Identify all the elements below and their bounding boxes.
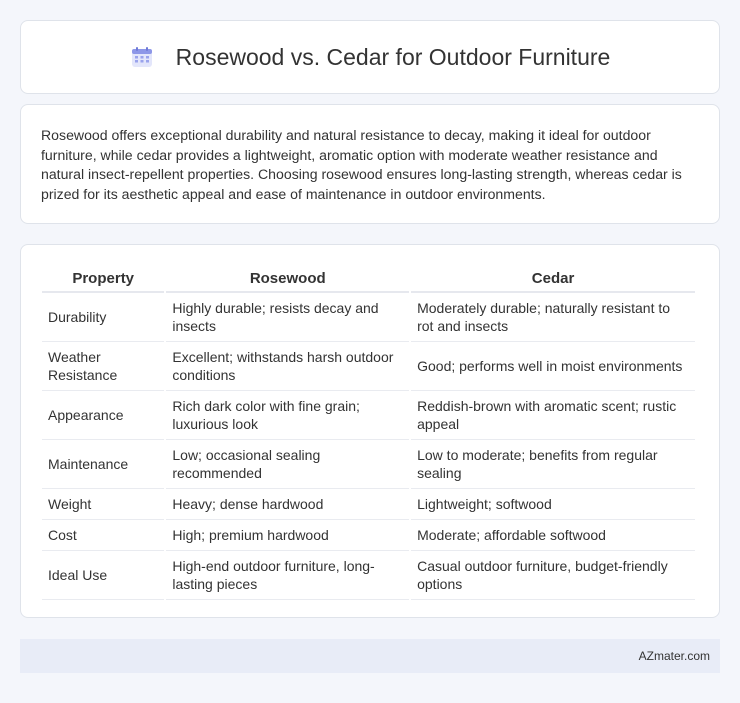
comparison-card: Property Rosewood Cedar Durability Highl… (20, 244, 720, 618)
header-card: Rosewood vs. Cedar for Outdoor Furniture (20, 20, 720, 94)
intro-card: Rosewood offers exceptional durability a… (20, 104, 720, 224)
property-cell: Durability (42, 293, 165, 342)
cedar-cell: Good; performs well in moist environment… (411, 342, 695, 391)
property-cell: Appearance (42, 391, 165, 440)
rosewood-cell: Excellent; withstands harsh outdoor cond… (166, 342, 410, 391)
property-cell: Ideal Use (42, 551, 165, 600)
cedar-cell: Moderate; affordable softwood (411, 520, 695, 551)
calendar-icon (130, 45, 154, 69)
table-row: Weight Heavy; dense hardwood Lightweight… (42, 489, 695, 520)
footer-bar: AZmater.com (20, 639, 720, 673)
table-row: Maintenance Low; occasional sealing reco… (42, 440, 695, 489)
rosewood-cell: High-end outdoor furniture, long-lasting… (166, 551, 410, 600)
cedar-cell: Reddish-brown with aromatic scent; rusti… (411, 391, 695, 440)
footer-site-label: AZmater.com (638, 649, 710, 663)
table-row: Weather Resistance Excellent; withstands… (42, 342, 695, 391)
property-cell: Cost (42, 520, 165, 551)
cedar-cell: Casual outdoor furniture, budget-friendl… (411, 551, 695, 600)
comparison-table: Property Rosewood Cedar Durability Highl… (40, 264, 697, 600)
cedar-cell: Low to moderate; benefits from regular s… (411, 440, 695, 489)
title-wrap: Rosewood vs. Cedar for Outdoor Furniture (130, 43, 611, 71)
table-row: Appearance Rich dark color with fine gra… (42, 391, 695, 440)
page-title: Rosewood vs. Cedar for Outdoor Furniture (175, 43, 611, 70)
table-row: Cost High; premium hardwood Moderate; af… (42, 520, 695, 551)
header-rosewood: Rosewood (166, 264, 410, 293)
header-property: Property (42, 264, 165, 293)
table-row: Ideal Use High-end outdoor furniture, lo… (42, 551, 695, 600)
rosewood-cell: Heavy; dense hardwood (166, 489, 410, 520)
rosewood-cell: High; premium hardwood (166, 520, 410, 551)
table-header-row: Property Rosewood Cedar (42, 264, 695, 293)
rosewood-cell: Low; occasional sealing recommended (166, 440, 410, 489)
cedar-cell: Moderately durable; naturally resistant … (411, 293, 695, 342)
rosewood-cell: Rich dark color with fine grain; luxurio… (166, 391, 410, 440)
rosewood-cell: Highly durable; resists decay and insect… (166, 293, 410, 342)
header-cedar: Cedar (411, 264, 695, 293)
property-cell: Weight (42, 489, 165, 520)
property-cell: Maintenance (42, 440, 165, 489)
property-cell: Weather Resistance (42, 342, 165, 391)
intro-paragraph: Rosewood offers exceptional durability a… (41, 127, 682, 202)
cedar-cell: Lightweight; softwood (411, 489, 695, 520)
table-row: Durability Highly durable; resists decay… (42, 293, 695, 342)
